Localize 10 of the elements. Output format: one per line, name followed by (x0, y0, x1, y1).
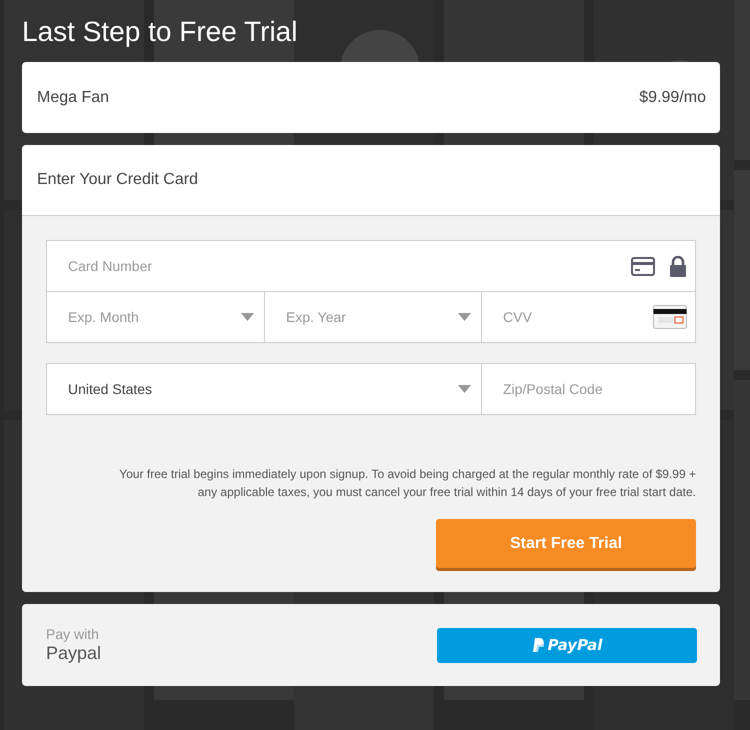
paypal-button[interactable]: PayPal (437, 628, 697, 662)
paypal-label: Paypal (46, 642, 102, 664)
page-title: Last Step to Free Trial (22, 15, 298, 49)
section-heading: Enter Your Credit Card (37, 171, 198, 189)
plan-price: $9.99/mo (639, 88, 706, 106)
card-number-field[interactable]: Card Number (46, 240, 696, 292)
plan-name: Mega Fan (37, 88, 110, 106)
disclaimer-text: Your free trial begins immediately upon signup. To avoid being charged at the regular monthly rate of $9.99 + any applicable taxes, you must cancel your free trial within 14 days of your free trial start date. (118, 466, 696, 501)
start-trial-button[interactable]: Start Free Trial (436, 519, 696, 568)
pay-with-label: Pay with (46, 626, 100, 642)
